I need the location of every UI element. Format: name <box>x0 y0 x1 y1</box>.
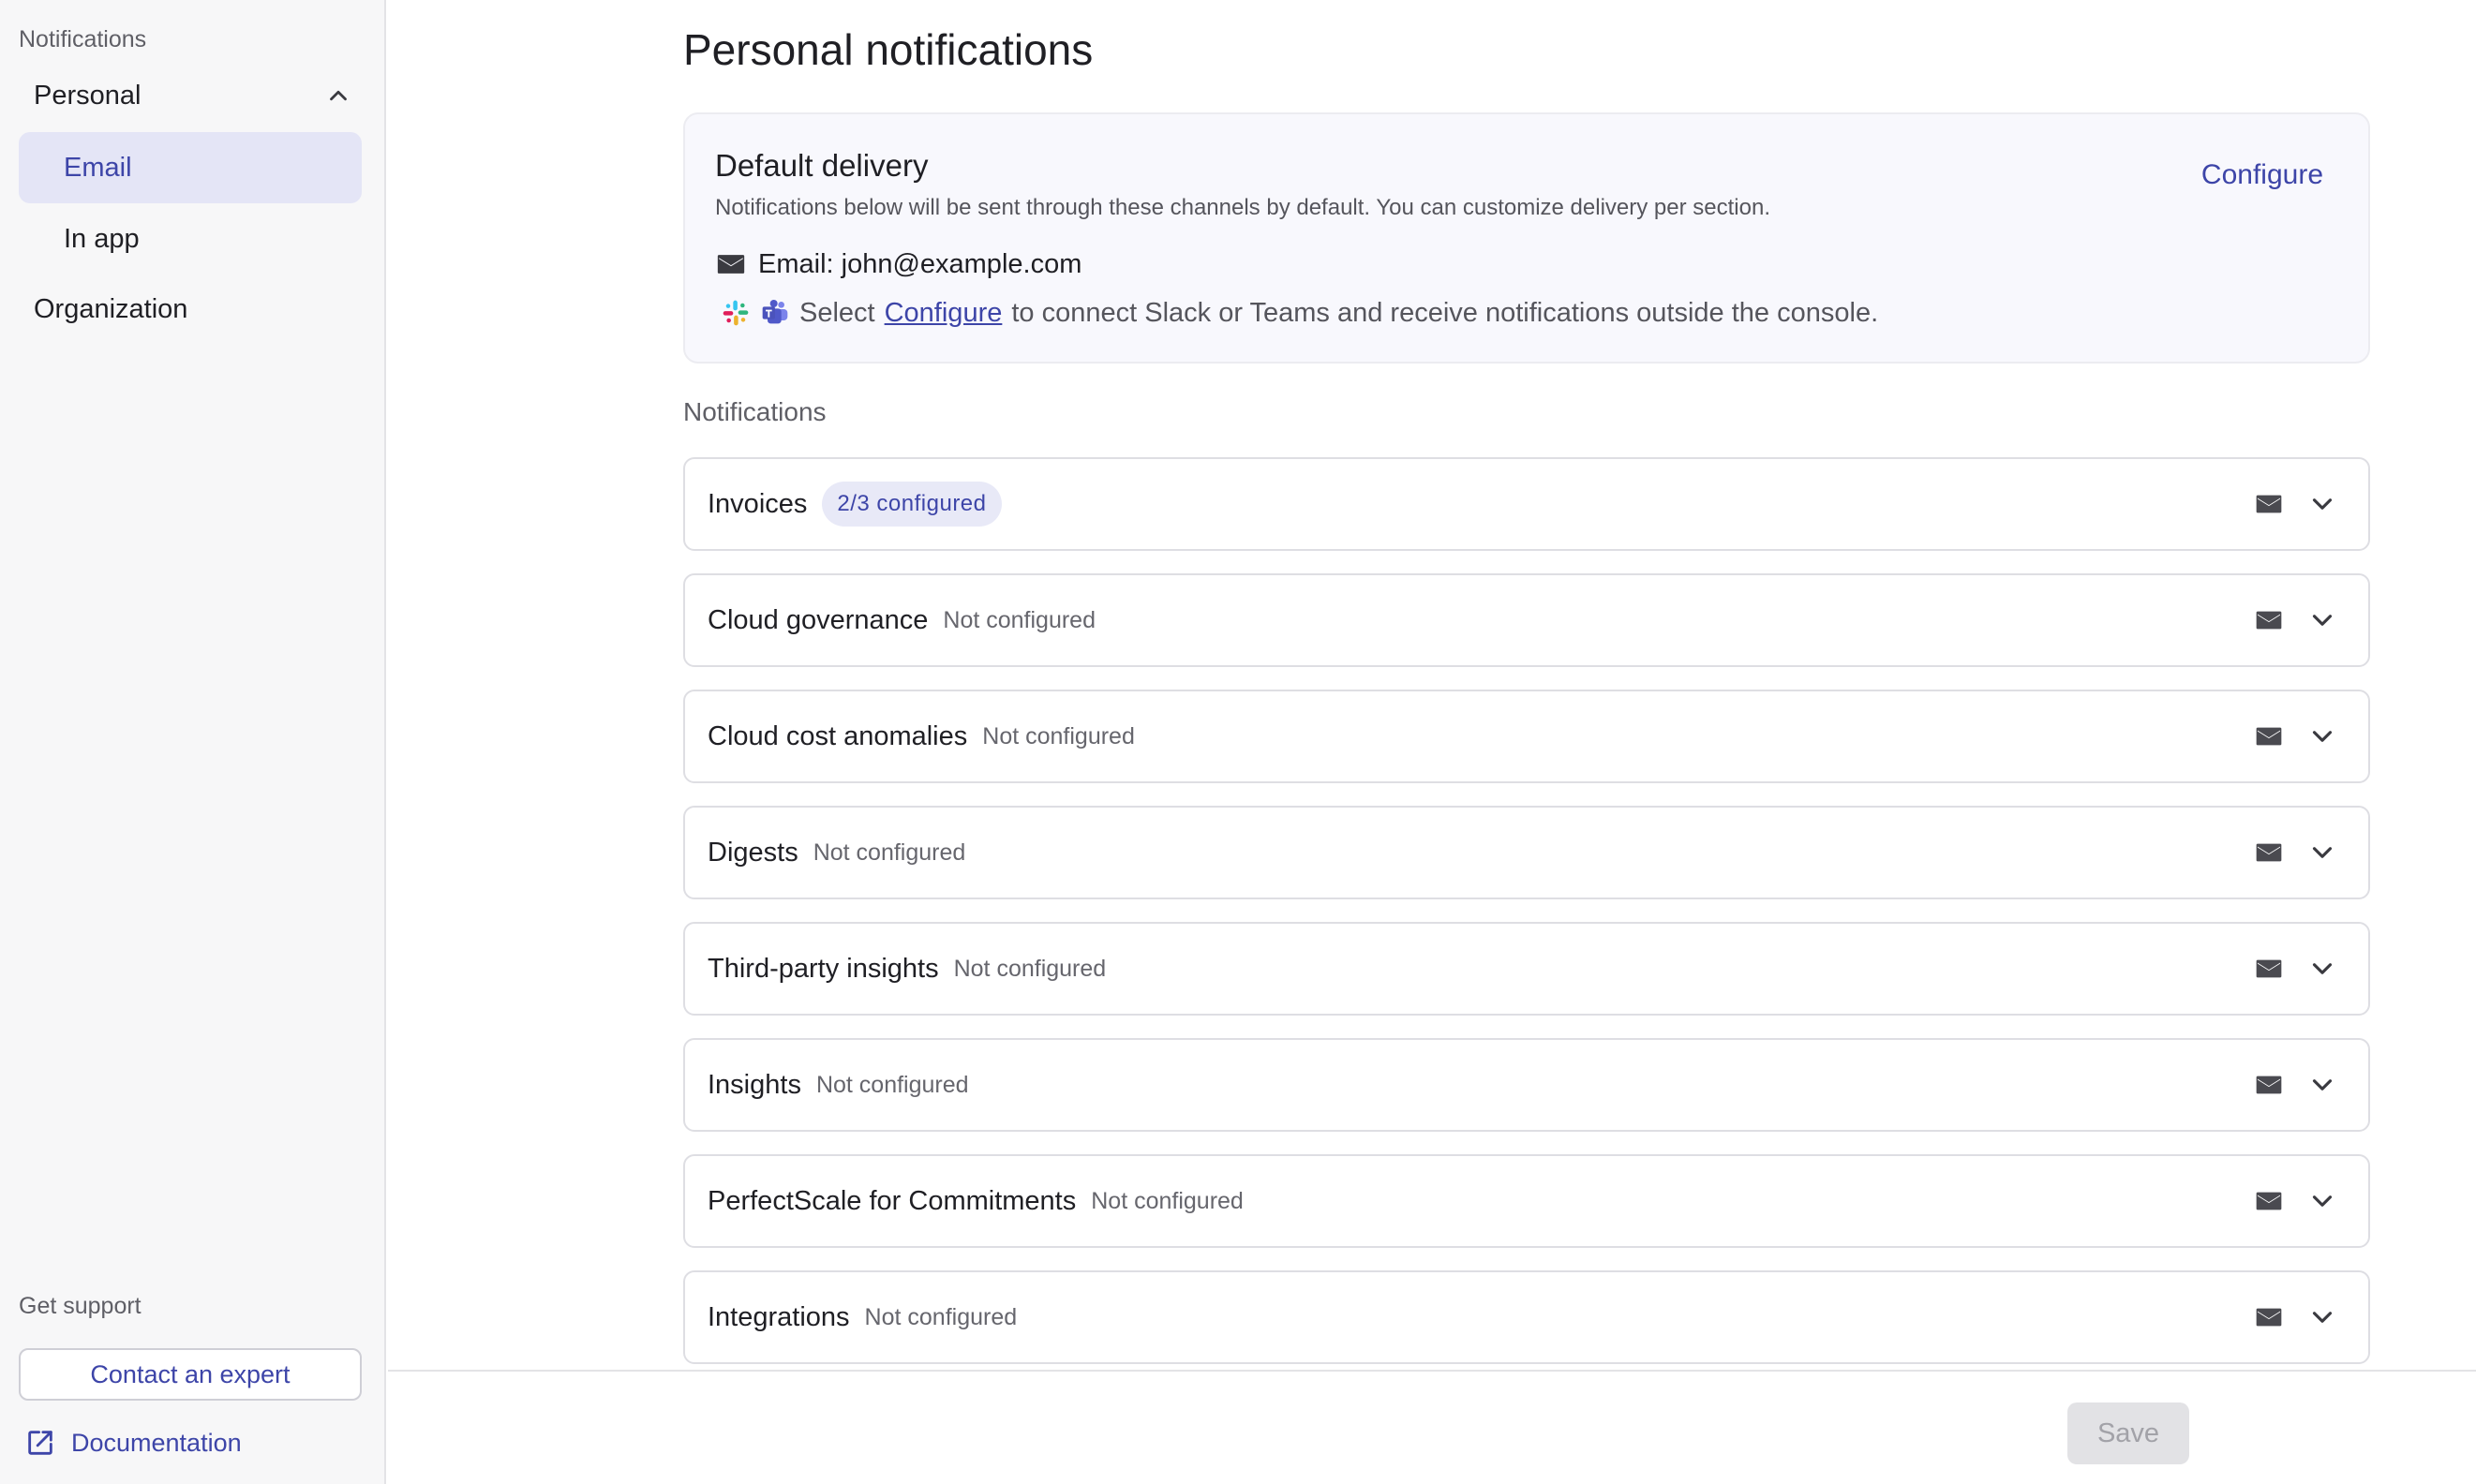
notifications-section-label: Notifications <box>683 397 827 426</box>
notification-row-perfectscale-commitments[interactable]: PerfectScale for Commitments Not configu… <box>683 1154 2370 1248</box>
contact-expert-label: Contact an expert <box>90 1359 291 1388</box>
chevron-down-icon[interactable] <box>2306 837 2338 868</box>
chevron-down-icon[interactable] <box>2306 488 2338 520</box>
sidebar-group-label: Personal <box>34 80 142 111</box>
chevron-down-icon[interactable] <box>2306 1301 2338 1333</box>
mail-icon <box>2256 959 2282 978</box>
row-title: Digests <box>708 837 798 868</box>
sidebar-item-label: Organization <box>34 293 188 324</box>
notification-row-cloud-cost-anomalies[interactable]: Cloud cost anomalies Not configured <box>683 690 2370 783</box>
notification-row-third-party-insights[interactable]: Third-party insights Not configured <box>683 922 2370 1016</box>
footer-bar: Save <box>388 1370 2476 1484</box>
mail-icon <box>2256 1076 2282 1094</box>
configure-link[interactable]: Configure <box>885 298 1003 329</box>
documentation-link[interactable]: Documentation <box>24 1426 242 1460</box>
sidebar-item-email[interactable]: Email <box>19 132 362 203</box>
main-content: Personal notifications Default delivery … <box>388 0 2476 1370</box>
status-badge: 2/3 configured <box>822 482 1002 527</box>
row-title: Cloud cost anomalies <box>708 720 968 751</box>
external-link-icon <box>28 1431 52 1455</box>
sidebar-item-label: Email <box>64 152 132 183</box>
slack-icon <box>723 300 749 326</box>
sidebar-item-in-app[interactable]: In app <box>19 203 362 275</box>
row-status: Not configured <box>864 1303 1018 1330</box>
documentation-label: Documentation <box>71 1428 242 1457</box>
mail-icon <box>2256 495 2282 513</box>
row-status: Not configured <box>815 1071 969 1098</box>
connect-prefix: Select <box>799 297 875 328</box>
mail-icon <box>2256 611 2282 630</box>
notification-row-integrations[interactable]: Integrations Not configured <box>683 1270 2370 1364</box>
sidebar-item-organization[interactable]: Organization <box>19 285 367 334</box>
row-title: Third-party insights <box>708 953 939 984</box>
chevron-down-icon[interactable] <box>2306 720 2338 752</box>
chevron-up-icon <box>330 90 347 101</box>
mail-icon <box>717 255 745 274</box>
row-title: Insights <box>708 1069 801 1100</box>
page-title: Personal notifications <box>683 25 1094 74</box>
save-button[interactable]: Save <box>2067 1402 2189 1464</box>
email-channel-text: Email: john@example.com <box>758 248 1082 279</box>
notification-row-insights[interactable]: Insights Not configured <box>683 1038 2370 1132</box>
chevron-down-icon[interactable] <box>2306 1069 2338 1101</box>
row-status: Not configured <box>813 838 966 866</box>
row-title: Invoices <box>708 488 808 519</box>
configure-button[interactable]: Configure <box>2201 159 2323 191</box>
row-title: Integrations <box>708 1301 850 1332</box>
mail-icon <box>2256 843 2282 862</box>
default-delivery-card: Default delivery Configure Notifications… <box>683 112 2370 364</box>
default-delivery-description: Notifications below will be sent through… <box>715 195 1770 220</box>
row-status: Not configured <box>1091 1187 1244 1214</box>
sidebar-group-personal[interactable]: Personal <box>19 71 367 120</box>
mail-icon <box>2256 1308 2282 1327</box>
contact-expert-button[interactable]: Contact an expert <box>19 1348 362 1401</box>
sidebar-item-label: In app <box>64 223 140 254</box>
support-heading: Get support <box>19 1293 142 1319</box>
connect-channels-hint: Select Configure to connect Slack or Tea… <box>721 292 1878 334</box>
email-channel: Email: john@example.com <box>715 245 1081 283</box>
notification-row-invoices[interactable]: Invoices 2/3 configured <box>683 457 2370 551</box>
row-title: Cloud governance <box>708 604 929 635</box>
sidebar: Notifications Personal Email In app Orga… <box>0 0 386 1484</box>
sidebar-heading: Notifications <box>19 26 147 52</box>
chevron-down-icon[interactable] <box>2306 953 2338 985</box>
row-title: PerfectScale for Commitments <box>708 1185 1077 1216</box>
mail-icon <box>2256 727 2282 746</box>
row-status: Not configured <box>943 606 1096 633</box>
chevron-down-icon[interactable] <box>2306 1185 2338 1217</box>
connect-suffix: to connect Slack or Teams and receive no… <box>1011 297 1879 328</box>
row-status: Not configured <box>982 722 1135 749</box>
mail-icon <box>2256 1192 2282 1210</box>
row-status: Not configured <box>953 955 1107 982</box>
notification-row-cloud-governance[interactable]: Cloud governance Not configured <box>683 573 2370 667</box>
notification-row-digests[interactable]: Digests Not configured <box>683 806 2370 899</box>
chevron-down-icon[interactable] <box>2306 604 2338 636</box>
teams-icon <box>762 300 788 324</box>
default-delivery-title: Default delivery <box>715 148 929 183</box>
